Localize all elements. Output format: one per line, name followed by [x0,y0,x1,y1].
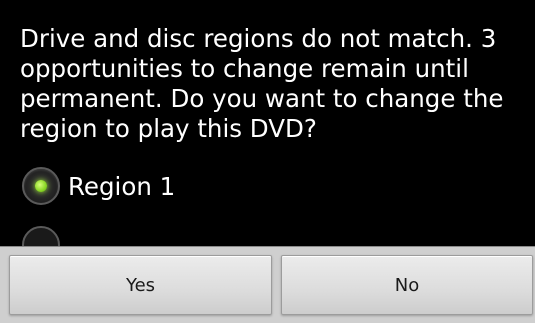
region-change-dialog: Drive and disc regions do not match. 3 o… [0,0,535,323]
radio-selected-dot-icon [35,180,47,192]
yes-button[interactable]: Yes [9,255,272,315]
radio-option-region-1[interactable]: Region 1 [22,162,175,210]
dialog-button-bar: Yes No [0,246,535,323]
dialog-message: Drive and disc regions do not match. 3 o… [20,24,504,143]
no-button[interactable]: No [281,255,533,315]
radio-button-selected[interactable] [22,167,60,205]
radio-option-label: Region 1 [68,171,176,201]
